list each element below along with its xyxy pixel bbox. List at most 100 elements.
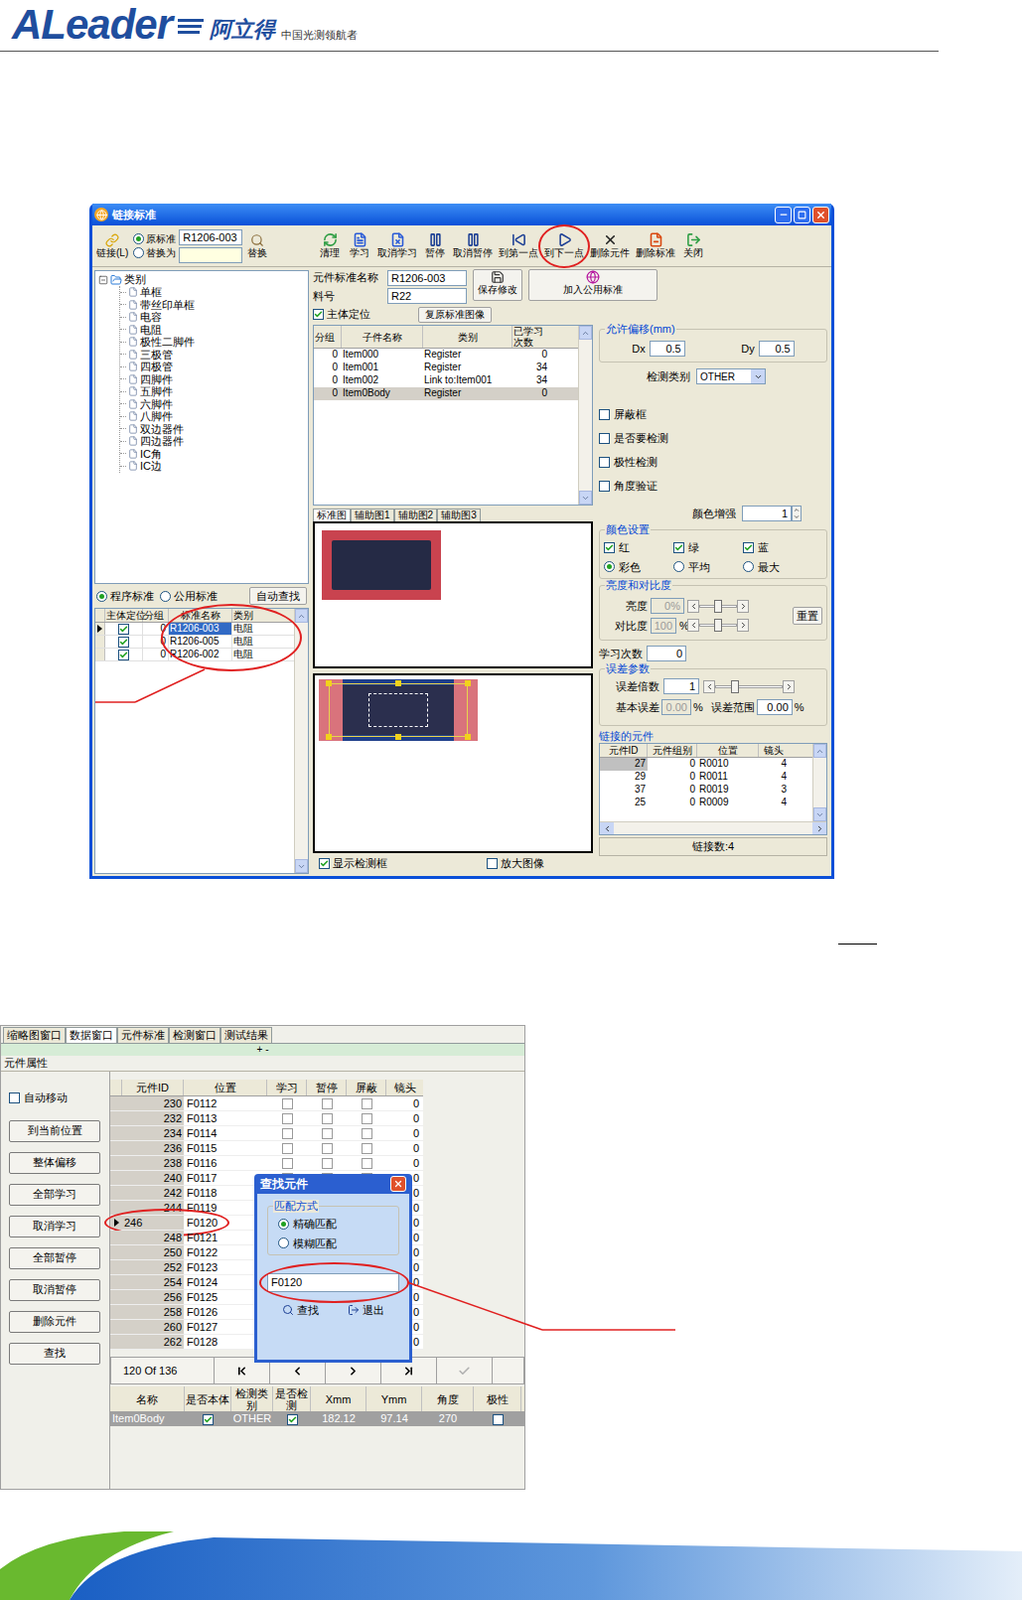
mode-option[interactable]: 原标准 — [133, 233, 176, 246]
dx-field[interactable]: 0.5 — [649, 340, 686, 357]
brightness-slider[interactable] — [687, 598, 749, 613]
error-multiple-slider[interactable] — [703, 679, 795, 694]
shield-checkbox[interactable] — [361, 1098, 373, 1110]
tree-item[interactable]: 带丝印单框 — [120, 298, 305, 312]
close-button[interactable] — [812, 206, 830, 224]
toolbar-button[interactable]: 学习 — [344, 227, 375, 266]
horizontal-scrollbar[interactable] — [599, 821, 827, 835]
checkbox[interactable] — [673, 542, 685, 554]
is-body-checkbox[interactable] — [202, 1414, 214, 1426]
radio[interactable] — [133, 247, 145, 259]
tree-item[interactable]: 四边器件 — [120, 435, 305, 448]
tree-item[interactable]: 四极管 — [120, 360, 305, 374]
component-row[interactable]: 230F01120 — [110, 1096, 424, 1112]
radio[interactable] — [603, 561, 615, 573]
source-field[interactable]: R1206-003 — [178, 229, 243, 246]
linked-row[interactable]: 250R00094 — [599, 796, 813, 810]
standard-row[interactable]: 0R1206-002电阻 — [95, 648, 294, 662]
auto-move-option[interactable]: 自动移动 — [8, 1089, 102, 1107]
linked-row[interactable]: 290R00114 — [599, 770, 813, 784]
component-name-field[interactable]: R1206-003 — [387, 270, 467, 287]
contrast-field[interactable]: 100 — [650, 617, 677, 634]
tree-item[interactable]: 六脚件 — [120, 398, 305, 412]
radio[interactable] — [742, 561, 754, 573]
radio[interactable] — [133, 233, 145, 245]
action-button[interactable]: 整体偏移 — [8, 1152, 101, 1174]
image-tab[interactable]: 辅助图2 — [394, 508, 438, 522]
checkbox[interactable] — [598, 456, 610, 468]
option-checkbox[interactable]: 是否要检测 — [598, 426, 828, 450]
window-tab[interactable]: 数据窗口 — [65, 1026, 118, 1043]
image-tab[interactable]: 辅助图3 — [437, 508, 481, 522]
tree-item[interactable]: 四脚件 — [120, 373, 305, 387]
tree-item[interactable]: 极性二脚件 — [120, 335, 305, 349]
action-button[interactable]: 取消学习 — [8, 1215, 101, 1238]
radio[interactable] — [278, 1237, 290, 1249]
radio[interactable] — [159, 590, 171, 602]
shield-checkbox[interactable] — [361, 1128, 373, 1140]
maximize-button[interactable] — [793, 206, 811, 224]
save-button[interactable]: 保存修改 — [472, 269, 523, 301]
find-button[interactable]: 查找 — [282, 1302, 319, 1319]
source-option[interactable]: 程序标准 — [96, 587, 154, 605]
toolbar-button[interactable]: 清理 — [314, 227, 345, 266]
color-mode[interactable]: 平均 — [673, 559, 733, 577]
nav-button[interactable] — [437, 1357, 493, 1384]
shield-checkbox[interactable] — [361, 1158, 373, 1169]
zoom-option[interactable]: 放大图像 — [486, 855, 545, 873]
reset-button[interactable]: 重置 — [792, 606, 823, 626]
main-locate-option[interactable]: 主体定位 — [312, 305, 413, 323]
part-row[interactable]: 0Item0BodyRegister0 — [313, 387, 579, 401]
show-box-option[interactable]: 显示检测框 — [318, 855, 388, 873]
learn-checkbox[interactable] — [282, 1128, 293, 1140]
detect-checkbox[interactable] — [287, 1414, 298, 1426]
find-input[interactable]: F0120 — [267, 1273, 400, 1293]
tree-item[interactable]: 双边器件 — [120, 423, 305, 437]
action-button[interactable]: 全部学习 — [8, 1183, 101, 1206]
checkbox[interactable] — [598, 433, 610, 444]
toolbar-button[interactable]: 到第一点 — [495, 227, 542, 266]
shield-checkbox[interactable] — [361, 1113, 373, 1125]
action-button[interactable]: 全部暂停 — [8, 1247, 101, 1270]
toolbar-button[interactable]: 关闭 — [678, 227, 709, 266]
checkbox[interactable] — [742, 542, 754, 554]
learn-checkbox[interactable] — [282, 1143, 293, 1155]
add-public-button[interactable]: 加入公用标准 — [528, 269, 658, 301]
polarity-checkbox[interactable] — [492, 1414, 504, 1426]
standard-row[interactable]: 0R1206-003电阻 — [95, 622, 294, 636]
window-tab[interactable]: 缩略图窗口 — [2, 1026, 66, 1043]
action-button[interactable]: 取消暂停 — [8, 1279, 101, 1302]
tree-item[interactable]: 三极管 — [120, 348, 305, 362]
color-boost-field[interactable]: 1 — [741, 505, 792, 522]
learn-checkbox[interactable] — [282, 1158, 293, 1169]
part-row[interactable]: 0Item000Register0 — [313, 348, 579, 362]
linked-row[interactable]: 270R00104 — [599, 757, 813, 771]
window-tab[interactable]: 元件标准 — [117, 1026, 169, 1043]
checkbox[interactable] — [603, 542, 615, 554]
exit-button[interactable]: 退出 — [347, 1302, 385, 1319]
toolbar-button[interactable]: 取消暂停 — [449, 227, 496, 266]
standard-row[interactable]: 0R1206-005电阻 — [95, 635, 294, 649]
auto-find-button[interactable]: 自动查找 — [249, 586, 307, 606]
color-channel[interactable]: 蓝 — [742, 539, 803, 557]
action-button[interactable]: 到当前位置 — [8, 1120, 101, 1143]
toolbar-button[interactable]: 删除标准 — [632, 227, 679, 266]
match-mode[interactable]: 精确匹配 — [278, 1215, 395, 1233]
dialog-close-button[interactable] — [390, 1175, 407, 1192]
color-mode[interactable]: 最大 — [742, 559, 803, 577]
learn-checkbox[interactable] — [282, 1098, 293, 1110]
replace-button[interactable]: 替换 — [245, 233, 270, 260]
radio[interactable] — [673, 561, 685, 573]
linked-row[interactable]: 370R00193 — [599, 783, 813, 797]
main-locate-checkbox[interactable] — [118, 636, 130, 648]
pause-checkbox[interactable] — [321, 1158, 333, 1169]
image-tab[interactable]: 辅助图1 — [350, 508, 395, 522]
splitter[interactable]: + - — [0, 1043, 525, 1056]
dy-field[interactable]: 0.5 — [758, 340, 795, 357]
tree-item[interactable]: 五脚件 — [120, 385, 305, 399]
mode-option[interactable]: 替换为 — [133, 247, 176, 260]
main-locate-checkbox[interactable] — [118, 623, 130, 635]
target-field[interactable] — [178, 247, 243, 264]
part-row[interactable]: 0Item002Link to:Item00134 — [313, 374, 579, 388]
color-channel[interactable]: 红 — [603, 539, 664, 557]
